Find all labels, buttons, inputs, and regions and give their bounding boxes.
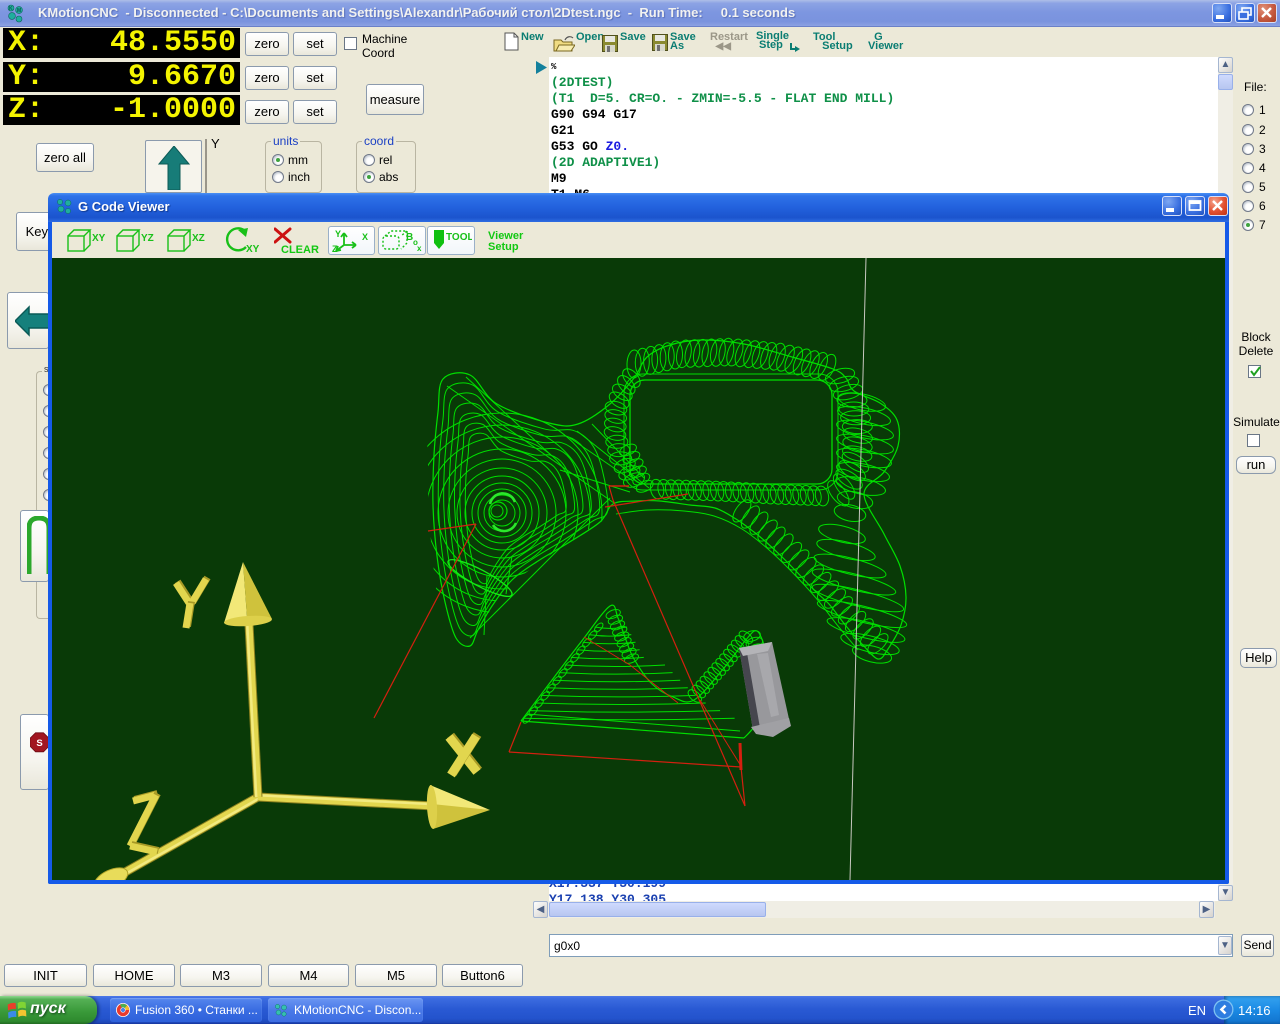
svg-text:K: K [9, 6, 13, 12]
svg-text:M: M [17, 8, 21, 14]
svg-text:S: S [36, 738, 42, 749]
svg-text:X: X [362, 232, 368, 242]
svg-text:TOOL: TOOL [446, 232, 472, 243]
svg-text:XY: XY [246, 244, 260, 255]
svg-text:Y: Y [335, 229, 341, 239]
svg-text:YZ: YZ [141, 233, 154, 244]
svg-text:x: x [417, 244, 422, 253]
svg-text:Z: Z [332, 244, 338, 253]
svg-text:XZ: XZ [192, 233, 205, 244]
svg-text:XY: XY [92, 233, 106, 244]
